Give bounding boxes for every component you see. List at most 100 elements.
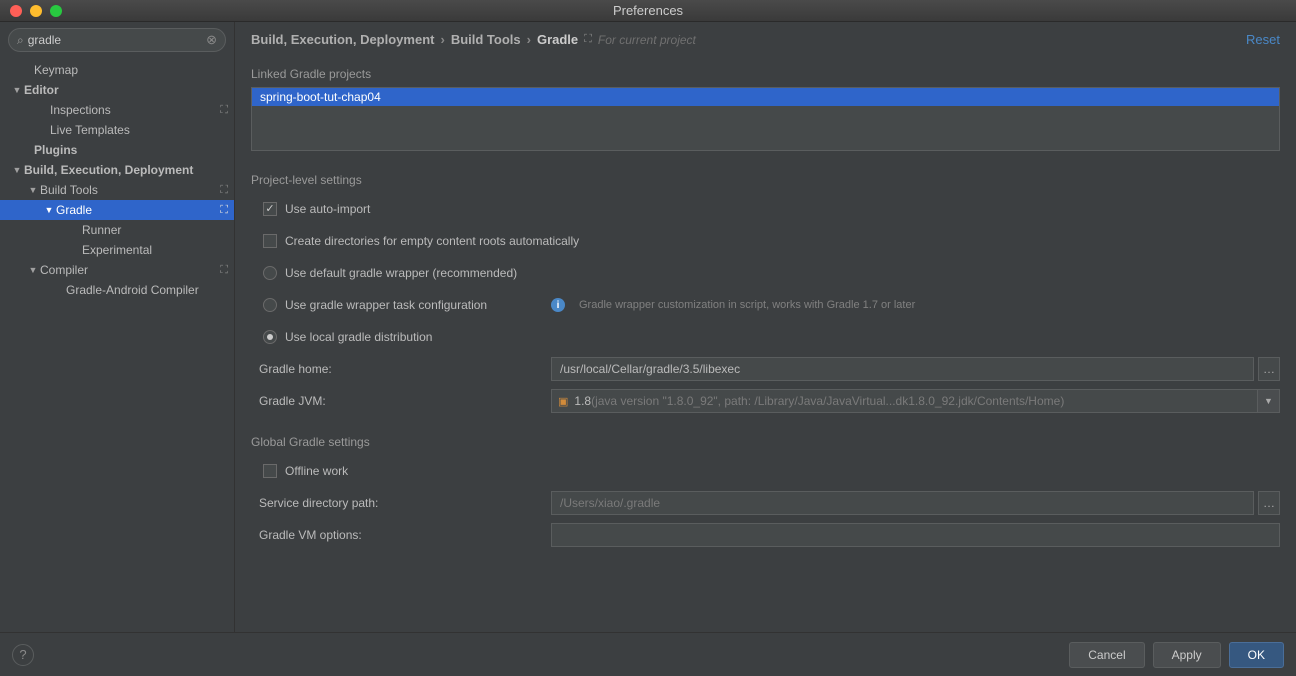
tree-build-tools[interactable]: ▼Build Tools⛶ <box>0 180 234 200</box>
gradle-jvm-combo[interactable]: ▣ 1.8 (java version "1.8.0_92", path: /L… <box>551 389 1258 413</box>
radio-icon[interactable] <box>263 266 277 280</box>
gradle-home-row: Gradle home: /usr/local/Cellar/gradle/3.… <box>251 353 1280 385</box>
info-icon: i <box>551 298 565 312</box>
window-title: Preferences <box>0 3 1296 18</box>
titlebar: Preferences <box>0 0 1296 22</box>
clear-search-icon[interactable]: ⊗ <box>206 32 217 48</box>
default-wrapper-radio[interactable]: Use default gradle wrapper (recommended) <box>251 257 1280 289</box>
tree-compiler[interactable]: ▼Compiler⛶ <box>0 260 234 280</box>
create-dirs-checkbox[interactable]: Create directories for empty content roo… <box>251 225 1280 257</box>
radio-label: Use gradle wrapper task configuration <box>285 298 543 312</box>
window-controls <box>0 5 62 17</box>
scope-text: For current project <box>598 33 696 47</box>
browse-button[interactable]: … <box>1258 491 1280 515</box>
scope-badge-icon: ⛶ <box>220 264 228 277</box>
input-value: /usr/local/Cellar/gradle/3.5/libexec <box>560 362 740 376</box>
tree-plugins[interactable]: ▼Plugins <box>0 140 234 160</box>
scope-badge-icon: ⛶ <box>220 184 228 197</box>
reset-link[interactable]: Reset <box>1246 32 1280 47</box>
gradle-jvm-row: Gradle JVM: ▣ 1.8 (java version "1.8.0_9… <box>251 385 1280 417</box>
sidebar: ⌕ ⊗ ▼Keymap ▼Editor ▼Inspections⛶ ▼Live … <box>0 22 235 632</box>
browse-button[interactable]: … <box>1258 357 1280 381</box>
close-icon[interactable] <box>10 5 22 17</box>
breadcrumb-seg[interactable]: Build Tools <box>451 32 521 47</box>
tree-gradle-android-compiler[interactable]: ▼Gradle-Android Compiler <box>0 280 234 300</box>
tree-inspections[interactable]: ▼Inspections⛶ <box>0 100 234 120</box>
vm-options-row: Gradle VM options: <box>251 519 1280 551</box>
auto-import-checkbox[interactable]: Use auto-import <box>251 193 1280 225</box>
radio-icon[interactable] <box>263 330 277 344</box>
search-input-wrap[interactable]: ⌕ ⊗ <box>8 28 226 52</box>
local-dist-radio[interactable]: Use local gradle distribution <box>251 321 1280 353</box>
service-dir-input[interactable]: /Users/xiao/.gradle <box>551 491 1254 515</box>
scope-icon: ⛶ <box>584 33 592 46</box>
breadcrumb-seg: Gradle <box>537 32 578 47</box>
tree-gradle[interactable]: ▼Gradle⛶ <box>0 200 234 220</box>
service-dir-row: Service directory path: /Users/xiao/.gra… <box>251 487 1280 519</box>
linked-project-item[interactable]: spring-boot-tut-chap04 <box>252 88 1279 106</box>
tree-build-execution-deployment[interactable]: ▼Build, Execution, Deployment <box>0 160 234 180</box>
search-icon: ⌕ <box>17 33 24 48</box>
chevron-right-icon: › <box>527 32 531 47</box>
jdk-icon: ▣ <box>558 395 568 408</box>
gradle-jvm-label: Gradle JVM: <box>251 394 551 408</box>
wrapper-task-radio[interactable]: Use gradle wrapper task configuration i … <box>251 289 1280 321</box>
zoom-icon[interactable] <box>50 5 62 17</box>
search-input[interactable] <box>28 33 206 47</box>
radio-label: Use local gradle distribution <box>285 330 432 344</box>
tree-label: Build, Execution, Deployment <box>24 163 193 177</box>
scope-badge-icon: ⛶ <box>220 204 228 217</box>
tree-label: Experimental <box>82 243 152 257</box>
radio-icon[interactable] <box>263 298 277 312</box>
help-button[interactable]: ? <box>12 644 34 666</box>
offline-work-checkbox[interactable]: Offline work <box>251 455 1280 487</box>
tree-label: Editor <box>24 83 59 97</box>
tree-label: Live Templates <box>50 123 130 137</box>
checkbox-icon[interactable] <box>263 202 277 216</box>
tree-label: Keymap <box>34 63 78 77</box>
scope-badge-icon: ⛶ <box>220 104 228 117</box>
checkbox-label: Offline work <box>285 464 348 478</box>
tree-label: Gradle <box>56 203 92 217</box>
linked-projects-list[interactable]: spring-boot-tut-chap04 <box>251 87 1280 151</box>
tree-label: Gradle-Android Compiler <box>66 283 199 297</box>
apply-button[interactable]: Apply <box>1153 642 1221 668</box>
content-panel: Build, Execution, Deployment › Build Too… <box>235 22 1296 632</box>
gradle-home-input[interactable]: /usr/local/Cellar/gradle/3.5/libexec <box>551 357 1254 381</box>
checkbox-icon[interactable] <box>263 464 277 478</box>
checkbox-label: Create directories for empty content roo… <box>285 234 579 248</box>
minimize-icon[interactable] <box>30 5 42 17</box>
jvm-version: 1.8 <box>574 394 591 408</box>
vm-options-input[interactable] <box>551 523 1280 547</box>
tree-experimental[interactable]: ▼Experimental <box>0 240 234 260</box>
project-level-label: Project-level settings <box>251 173 1280 187</box>
service-dir-label: Service directory path: <box>251 496 551 510</box>
tree-label: Compiler <box>40 263 88 277</box>
tree-keymap[interactable]: ▼Keymap <box>0 60 234 80</box>
tree-runner[interactable]: ▼Runner <box>0 220 234 240</box>
wrapper-hint: Gradle wrapper customization in script, … <box>579 299 915 311</box>
breadcrumb: Build, Execution, Deployment › Build Too… <box>251 32 1280 47</box>
chevron-right-icon: › <box>440 32 444 47</box>
linked-projects-label: Linked Gradle projects <box>251 67 1280 81</box>
vm-options-label: Gradle VM options: <box>251 528 551 542</box>
breadcrumb-seg[interactable]: Build, Execution, Deployment <box>251 32 434 47</box>
checkbox-label: Use auto-import <box>285 202 370 216</box>
tree-editor[interactable]: ▼Editor <box>0 80 234 100</box>
tree-label: Plugins <box>34 143 77 157</box>
tree-label: Build Tools <box>40 183 98 197</box>
dropdown-button[interactable]: ▼ <box>1258 389 1280 413</box>
settings-tree: ▼Keymap ▼Editor ▼Inspections⛶ ▼Live Temp… <box>0 58 234 632</box>
jvm-detail: (java version "1.8.0_92", path: /Library… <box>591 394 1064 408</box>
checkbox-icon[interactable] <box>263 234 277 248</box>
tree-label: Runner <box>82 223 121 237</box>
gradle-home-label: Gradle home: <box>251 362 551 376</box>
bottombar: ? Cancel Apply OK <box>0 632 1296 676</box>
cancel-button[interactable]: Cancel <box>1069 642 1144 668</box>
input-value: /Users/xiao/.gradle <box>560 496 660 510</box>
radio-label: Use default gradle wrapper (recommended) <box>285 266 517 280</box>
tree-label: Inspections <box>50 103 111 117</box>
tree-live-templates[interactable]: ▼Live Templates <box>0 120 234 140</box>
ok-button[interactable]: OK <box>1229 642 1284 668</box>
global-settings-label: Global Gradle settings <box>251 435 1280 449</box>
